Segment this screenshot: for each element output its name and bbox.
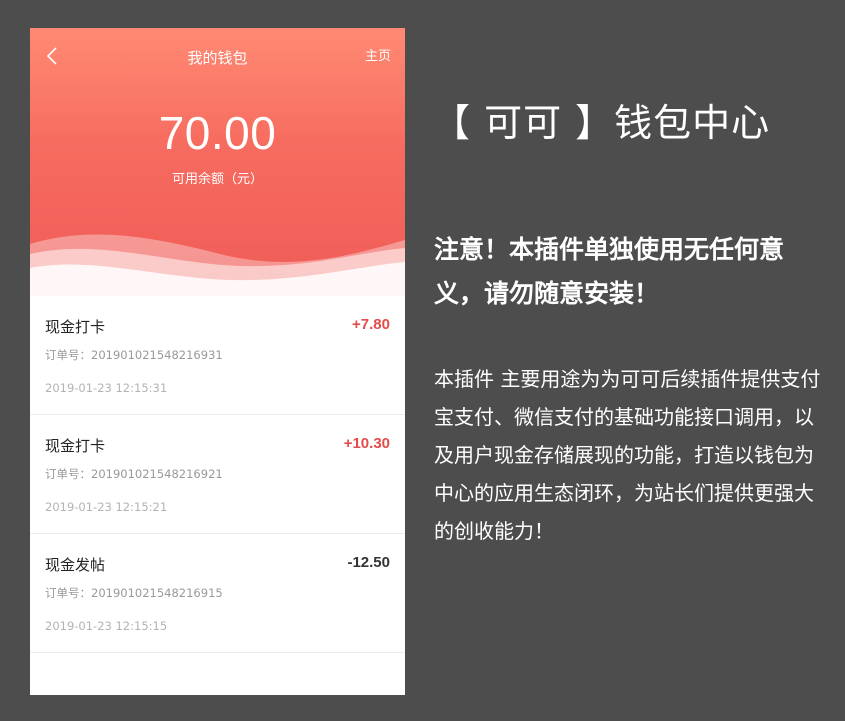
record-time: 2019-01-23 12:15:15 bbox=[45, 619, 168, 633]
record-amount: +7.80 bbox=[352, 316, 390, 333]
promo-title: 【 可可 】钱包中心 bbox=[432, 101, 771, 145]
record-time: 2019-01-23 12:15:31 bbox=[45, 381, 168, 395]
record-amount: +10.30 bbox=[343, 435, 390, 452]
balance-amount: 70.00 bbox=[158, 107, 277, 159]
wave-decoration bbox=[30, 234, 405, 296]
record-time: 2019-01-23 12:15:21 bbox=[45, 500, 168, 514]
record-name: 现金发帖 bbox=[45, 556, 106, 574]
wallet-header: 我的钱包 主页 70.00 可用余额（元） bbox=[30, 28, 405, 296]
list-item[interactable]: 现金打卡 +7.80 订单号：201901021548216931 2019-0… bbox=[30, 296, 405, 415]
list-item[interactable]: 现金打卡 +10.30 订单号：201901021548216921 2019-… bbox=[30, 415, 405, 534]
record-order-number: 订单号：201901021548216915 bbox=[45, 586, 223, 600]
record-name: 现金打卡 bbox=[45, 318, 106, 336]
record-amount: -12.50 bbox=[347, 554, 390, 571]
list-item[interactable]: 现金发帖 -12.50 订单号：201901021548216915 2019-… bbox=[30, 534, 405, 653]
promo-warning: 注意！本插件单独使用无任何意义，请勿随意安装！ bbox=[434, 235, 785, 308]
wallet-phone-screen: 我的钱包 主页 70.00 可用余额（元） 现金打卡 +7.80 订单号：201… bbox=[30, 28, 405, 695]
page-title: 我的钱包 bbox=[187, 49, 248, 67]
record-order-number: 订单号：201901021548216931 bbox=[45, 348, 223, 362]
record-order-number: 订单号：201901021548216921 bbox=[45, 467, 223, 481]
record-name: 现金打卡 bbox=[45, 437, 106, 455]
promo-description: 本插件 主要用途为为可可后续插件提供支付宝支付、微信支付的基础功能接口调用，以及… bbox=[434, 367, 821, 543]
transaction-list: 现金打卡 +7.80 订单号：201901021548216931 2019-0… bbox=[30, 296, 405, 653]
home-link[interactable]: 主页 bbox=[365, 45, 391, 64]
balance-label: 可用余额（元） bbox=[171, 172, 263, 187]
